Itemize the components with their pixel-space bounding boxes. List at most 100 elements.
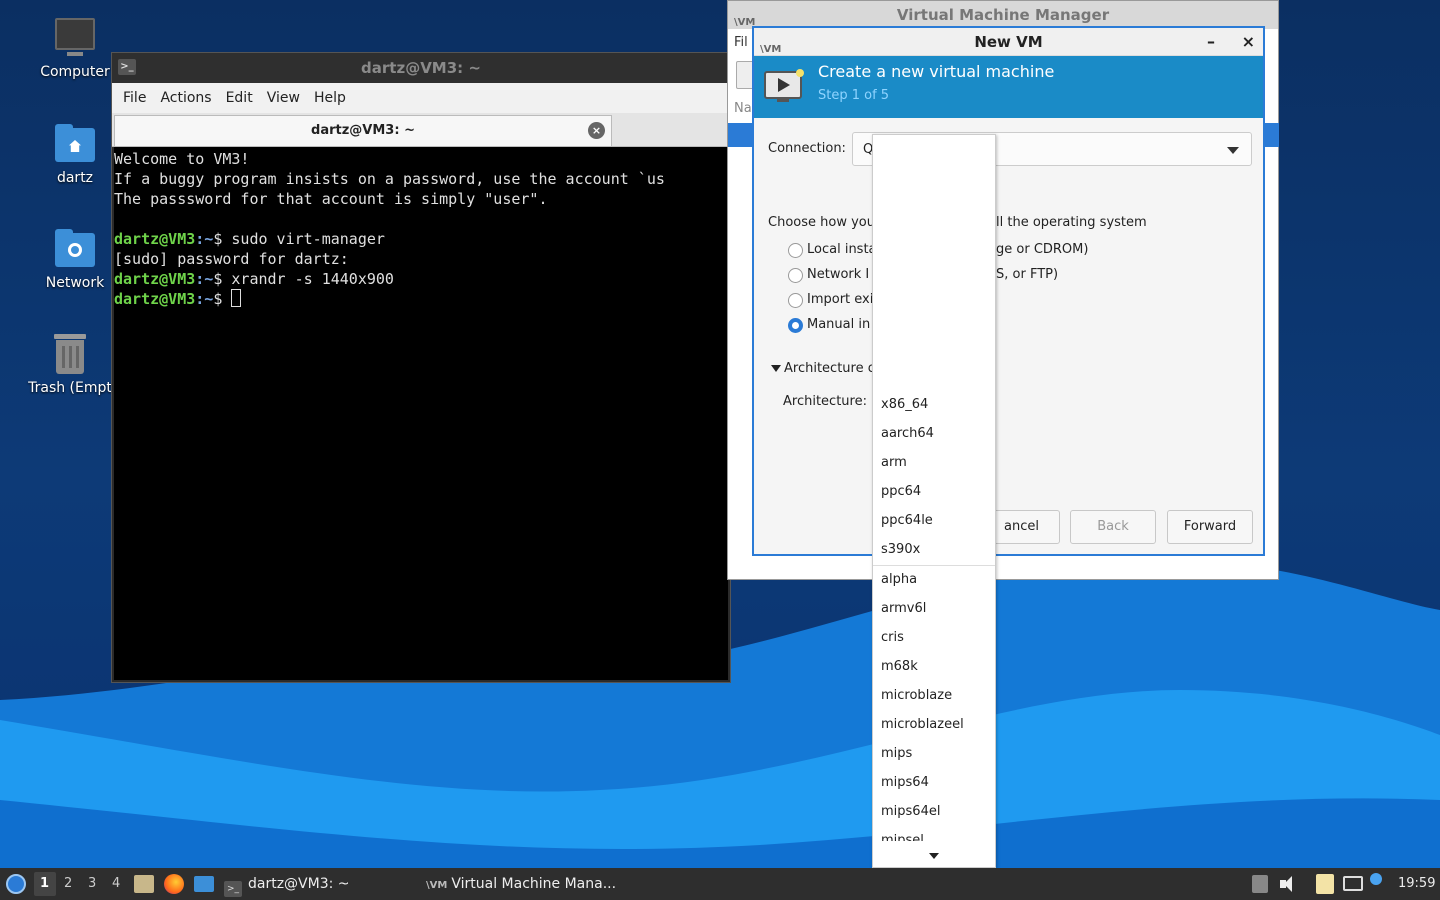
dropdown-item-mips64el[interactable]: mips64el	[881, 804, 940, 819]
terminal-line: Welcome to VM3!	[114, 150, 250, 168]
terminal-line: The passsword for that account is simply…	[114, 190, 548, 208]
desktop-icon-computer[interactable]: Computer	[25, 16, 125, 80]
terminal-icon: >_	[224, 881, 242, 897]
close-icon[interactable]: ×	[1242, 28, 1255, 56]
terminal-title: dartz@VM3: ~	[361, 59, 481, 77]
option-local-install-label-end: ge or CDROM)	[996, 242, 1089, 257]
new-vm-titlebar[interactable]: \VM New VM – ×	[754, 28, 1263, 56]
task-vmm[interactable]: \VM Virtual Machine Mana...	[426, 868, 616, 900]
install-method-label-end: ll the operating system	[996, 215, 1147, 230]
app-menu-icon[interactable]	[6, 874, 26, 894]
terminal-command-line: dartz@VM3:~$ sudo virt-manager	[114, 229, 728, 249]
vmm-menu-file[interactable]: Fil	[734, 35, 748, 50]
architecture-dropdown-list[interactable]: x86_64 aarch64 arm ppc64 ppc64le s390x a…	[872, 134, 996, 868]
terminal-screen[interactable]: Welcome to VM3! If a buggy program insist…	[114, 147, 728, 680]
option-import-label: Import exi	[807, 292, 874, 307]
dropdown-item-m68k[interactable]: m68k	[881, 659, 918, 674]
new-vm-dialog[interactable]: \VM New VM – × Create a new virtual mach…	[752, 26, 1265, 556]
workspace-1[interactable]: 1	[40, 876, 49, 891]
firefox-icon[interactable]	[164, 874, 184, 894]
header-title: Create a new virtual machine	[818, 62, 1055, 81]
task-terminal[interactable]: >_ dartz@VM3: ~	[224, 868, 350, 900]
notes-icon[interactable]	[1316, 874, 1334, 894]
dropdown-item-alpha[interactable]: alpha	[881, 572, 917, 587]
clock[interactable]: 19:59	[1398, 876, 1435, 891]
vmm-titlebar[interactable]: \VM Virtual Machine Manager	[728, 1, 1278, 29]
prompt-user: dartz@VM3	[114, 290, 196, 308]
tab-close-icon[interactable]: ×	[588, 122, 605, 139]
scroll-down-arrow-icon[interactable]	[929, 853, 939, 859]
radio-manual-install[interactable]	[788, 318, 803, 333]
prompt-path: :~	[195, 230, 214, 248]
desktop-icon-label: dartz	[56, 170, 94, 186]
dropdown-item-arm[interactable]: arm	[881, 455, 907, 470]
terminal-tab-title: dartz@VM3: ~	[311, 123, 415, 138]
minimize-icon[interactable]: –	[1207, 28, 1215, 56]
option-network-install-label: Network I	[807, 267, 870, 282]
workspace-2[interactable]: 2	[64, 876, 72, 891]
dropdown-item-ppc64[interactable]: ppc64	[881, 484, 921, 499]
desktop-icon-network[interactable]: Network	[25, 227, 125, 291]
file-manager-icon[interactable]	[134, 875, 154, 893]
desktop-icon-label: Computer	[40, 64, 110, 80]
menu-edit[interactable]: Edit	[219, 90, 260, 106]
architecture-expander[interactable]: Architecture o	[784, 361, 876, 376]
prompt-user: dartz@VM3	[114, 270, 196, 288]
vmm-column-name: Na	[734, 101, 752, 116]
dropdown-item-aarch64[interactable]: aarch64	[881, 426, 934, 441]
terminal-tabbar: dartz@VM3: ~ ×	[112, 113, 730, 147]
terminal-command-line: dartz@VM3:~$	[114, 289, 728, 309]
menu-actions[interactable]: Actions	[153, 90, 218, 106]
dropdown-scroll-area[interactable]	[873, 841, 995, 867]
dropdown-item-mips[interactable]: mips	[881, 746, 912, 761]
new-vm-header: Create a new virtual machine Step 1 of 5	[754, 56, 1263, 118]
header-step: Step 1 of 5	[818, 88, 890, 103]
terminal-line: If a buggy program insists on a password…	[114, 170, 665, 188]
computer-icon	[53, 16, 97, 60]
eject-icon[interactable]	[1252, 875, 1268, 893]
workspace-4[interactable]: 4	[112, 876, 120, 891]
terminal-titlebar[interactable]: >_ dartz@VM3: ~	[112, 53, 730, 83]
menu-file[interactable]: File	[116, 90, 153, 106]
display-icon[interactable]	[1343, 876, 1363, 891]
terminal-window[interactable]: >_ dartz@VM3: ~ File Actions Edit View H…	[111, 52, 731, 683]
trash-icon	[48, 332, 92, 376]
home-folder-icon	[53, 122, 97, 166]
architecture-label: Architecture:	[783, 394, 867, 409]
prompt-dollar: $	[213, 270, 223, 288]
notification-icon[interactable]	[1370, 873, 1382, 885]
option-manual-install-label: Manual in	[807, 317, 871, 332]
menu-help[interactable]: Help	[307, 90, 353, 106]
radio-import-existing[interactable]	[788, 293, 803, 308]
desktop-icon-home[interactable]: dartz	[25, 122, 125, 186]
install-method-label-start: Choose how you	[768, 215, 875, 230]
back-button[interactable]: Back	[1070, 510, 1156, 544]
prompt-path: :~	[195, 270, 214, 288]
prompt-dollar: $	[213, 290, 223, 308]
new-vm-title: New VM	[974, 33, 1043, 51]
prompt-user: dartz@VM3	[114, 230, 196, 248]
dropdown-item-microblazeel[interactable]: microblazeel	[881, 717, 964, 732]
volume-icon[interactable]	[1280, 876, 1298, 892]
radio-local-install[interactable]	[788, 243, 803, 258]
dropdown-item-microblaze[interactable]: microblaze	[881, 688, 952, 703]
workspace-3[interactable]: 3	[88, 876, 96, 891]
dropdown-item-armv6l[interactable]: armv6l	[881, 601, 926, 616]
radio-network-install[interactable]	[788, 268, 803, 283]
connection-label: Connection:	[768, 141, 846, 156]
terminal-tab[interactable]: dartz@VM3: ~ ×	[114, 115, 612, 146]
network-folder-icon	[53, 227, 97, 271]
desktop-icon-trash[interactable]: Trash (Empt	[20, 332, 120, 396]
desktop-icon-label: Network	[45, 275, 105, 291]
dropdown-item-s390x[interactable]: s390x	[881, 542, 920, 557]
dropdown-item-cris[interactable]: cris	[881, 630, 904, 645]
forward-button[interactable]: Forward	[1167, 510, 1253, 544]
command-text: xrandr -s 1440x900	[231, 270, 394, 288]
dropdown-item-mips64[interactable]: mips64	[881, 775, 929, 790]
folder-icon[interactable]	[194, 876, 214, 892]
cancel-button-label: ancel	[1004, 519, 1039, 534]
dropdown-item-x86-64[interactable]: x86_64	[881, 397, 928, 412]
expander-triangle-icon[interactable]	[771, 365, 781, 372]
dropdown-item-ppc64le[interactable]: ppc64le	[881, 513, 933, 528]
menu-view[interactable]: View	[260, 90, 307, 106]
